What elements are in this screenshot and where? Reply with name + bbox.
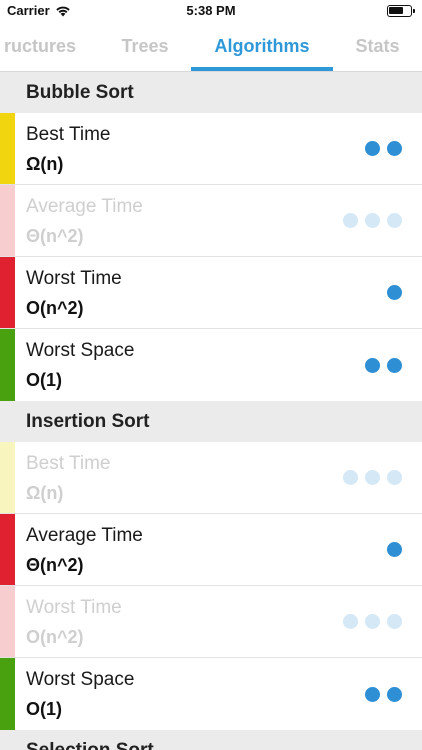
complexity-row[interactable]: Average Time Θ(n^2) (0, 185, 422, 257)
rating-dot-icon (387, 614, 402, 629)
rating-dot-icon (387, 686, 402, 702)
complexity-color-bar (0, 442, 15, 513)
rating-dots (365, 113, 402, 184)
row-title: Worst Time (26, 597, 122, 618)
complexity-color-bar (0, 185, 15, 256)
algorithm-list[interactable]: Bubble Sort Best Time Ω(n) Average Time Θ(n^… (0, 72, 422, 750)
complexity-row[interactable]: Worst Space O(1) (0, 658, 422, 730)
tab-algorithms[interactable]: Algorithms (191, 22, 333, 70)
row-complexity-value: O(1) (26, 370, 62, 390)
tab-trees[interactable]: Trees (100, 22, 190, 70)
complexity-color-bar (0, 329, 15, 401)
tab-stats[interactable]: Stats (340, 22, 415, 70)
rating-dot-icon (343, 213, 358, 228)
row-title: Worst Space (26, 669, 135, 690)
rating-dot-icon (365, 141, 380, 156)
row-title: Worst Space (26, 340, 135, 361)
status-time: 5:38 PM (186, 3, 236, 18)
rating-dots (387, 514, 402, 585)
complexity-row[interactable]: Worst Time O(n^2) (0, 586, 422, 658)
row-title: Average Time (26, 525, 143, 546)
row-complexity-value: Ω(n) (26, 483, 64, 503)
complexity-color-bar (0, 586, 15, 657)
section-header: Selection Sort (0, 730, 422, 750)
rating-dots (343, 442, 402, 513)
row-complexity-value: Θ(n^2) (26, 226, 84, 246)
row-title: Best Time (26, 453, 111, 474)
row-title: Worst Time (26, 268, 122, 289)
row-complexity-value: Ω(n) (26, 154, 64, 174)
row-complexity-value: O(1) (26, 699, 62, 719)
row-title: Average Time (26, 196, 143, 217)
complexity-row[interactable]: Best Time Ω(n) (0, 113, 422, 185)
rating-dot-icon (343, 614, 358, 629)
rating-dot-icon (365, 686, 380, 702)
row-complexity-value: Θ(n^2) (26, 555, 84, 575)
complexity-color-bar (0, 113, 15, 184)
complexity-color-bar (0, 658, 15, 730)
active-tab-indicator (191, 67, 333, 71)
rating-dot-icon (365, 357, 380, 373)
tab-data-structures[interactable]: ructures (0, 22, 86, 70)
rating-dots (365, 329, 402, 401)
complexity-row[interactable]: Average Time Θ(n^2) (0, 514, 422, 586)
rating-dot-icon (387, 141, 402, 156)
rating-dot-icon (365, 213, 380, 228)
status-bar: Carrier 5:38 PM (0, 0, 422, 22)
rating-dot-icon (343, 470, 358, 485)
rating-dot-icon (387, 470, 402, 485)
complexity-row[interactable]: Best Time Ω(n) (0, 442, 422, 514)
rating-dots (343, 185, 402, 256)
rating-dot-icon (387, 213, 402, 228)
rating-dot-icon (387, 357, 402, 373)
row-complexity-value: O(n^2) (26, 298, 84, 318)
battery-icon (387, 5, 415, 17)
row-title: Best Time (26, 124, 111, 145)
complexity-color-bar (0, 514, 15, 585)
section-header: Insertion Sort (0, 401, 422, 442)
rating-dot-icon (387, 285, 402, 300)
rating-dots (343, 586, 402, 657)
rating-dot-icon (387, 542, 402, 557)
section-header: Bubble Sort (0, 72, 422, 113)
complexity-row[interactable]: Worst Time O(n^2) (0, 257, 422, 329)
complexity-row[interactable]: Worst Space O(1) (0, 329, 422, 401)
rating-dots (365, 658, 402, 730)
complexity-color-bar (0, 257, 15, 328)
tab-bar: ructures Trees Algorithms Stats (0, 22, 422, 72)
row-complexity-value: O(n^2) (26, 627, 84, 647)
rating-dot-icon (365, 614, 380, 629)
rating-dots (387, 257, 402, 328)
rating-dot-icon (365, 470, 380, 485)
